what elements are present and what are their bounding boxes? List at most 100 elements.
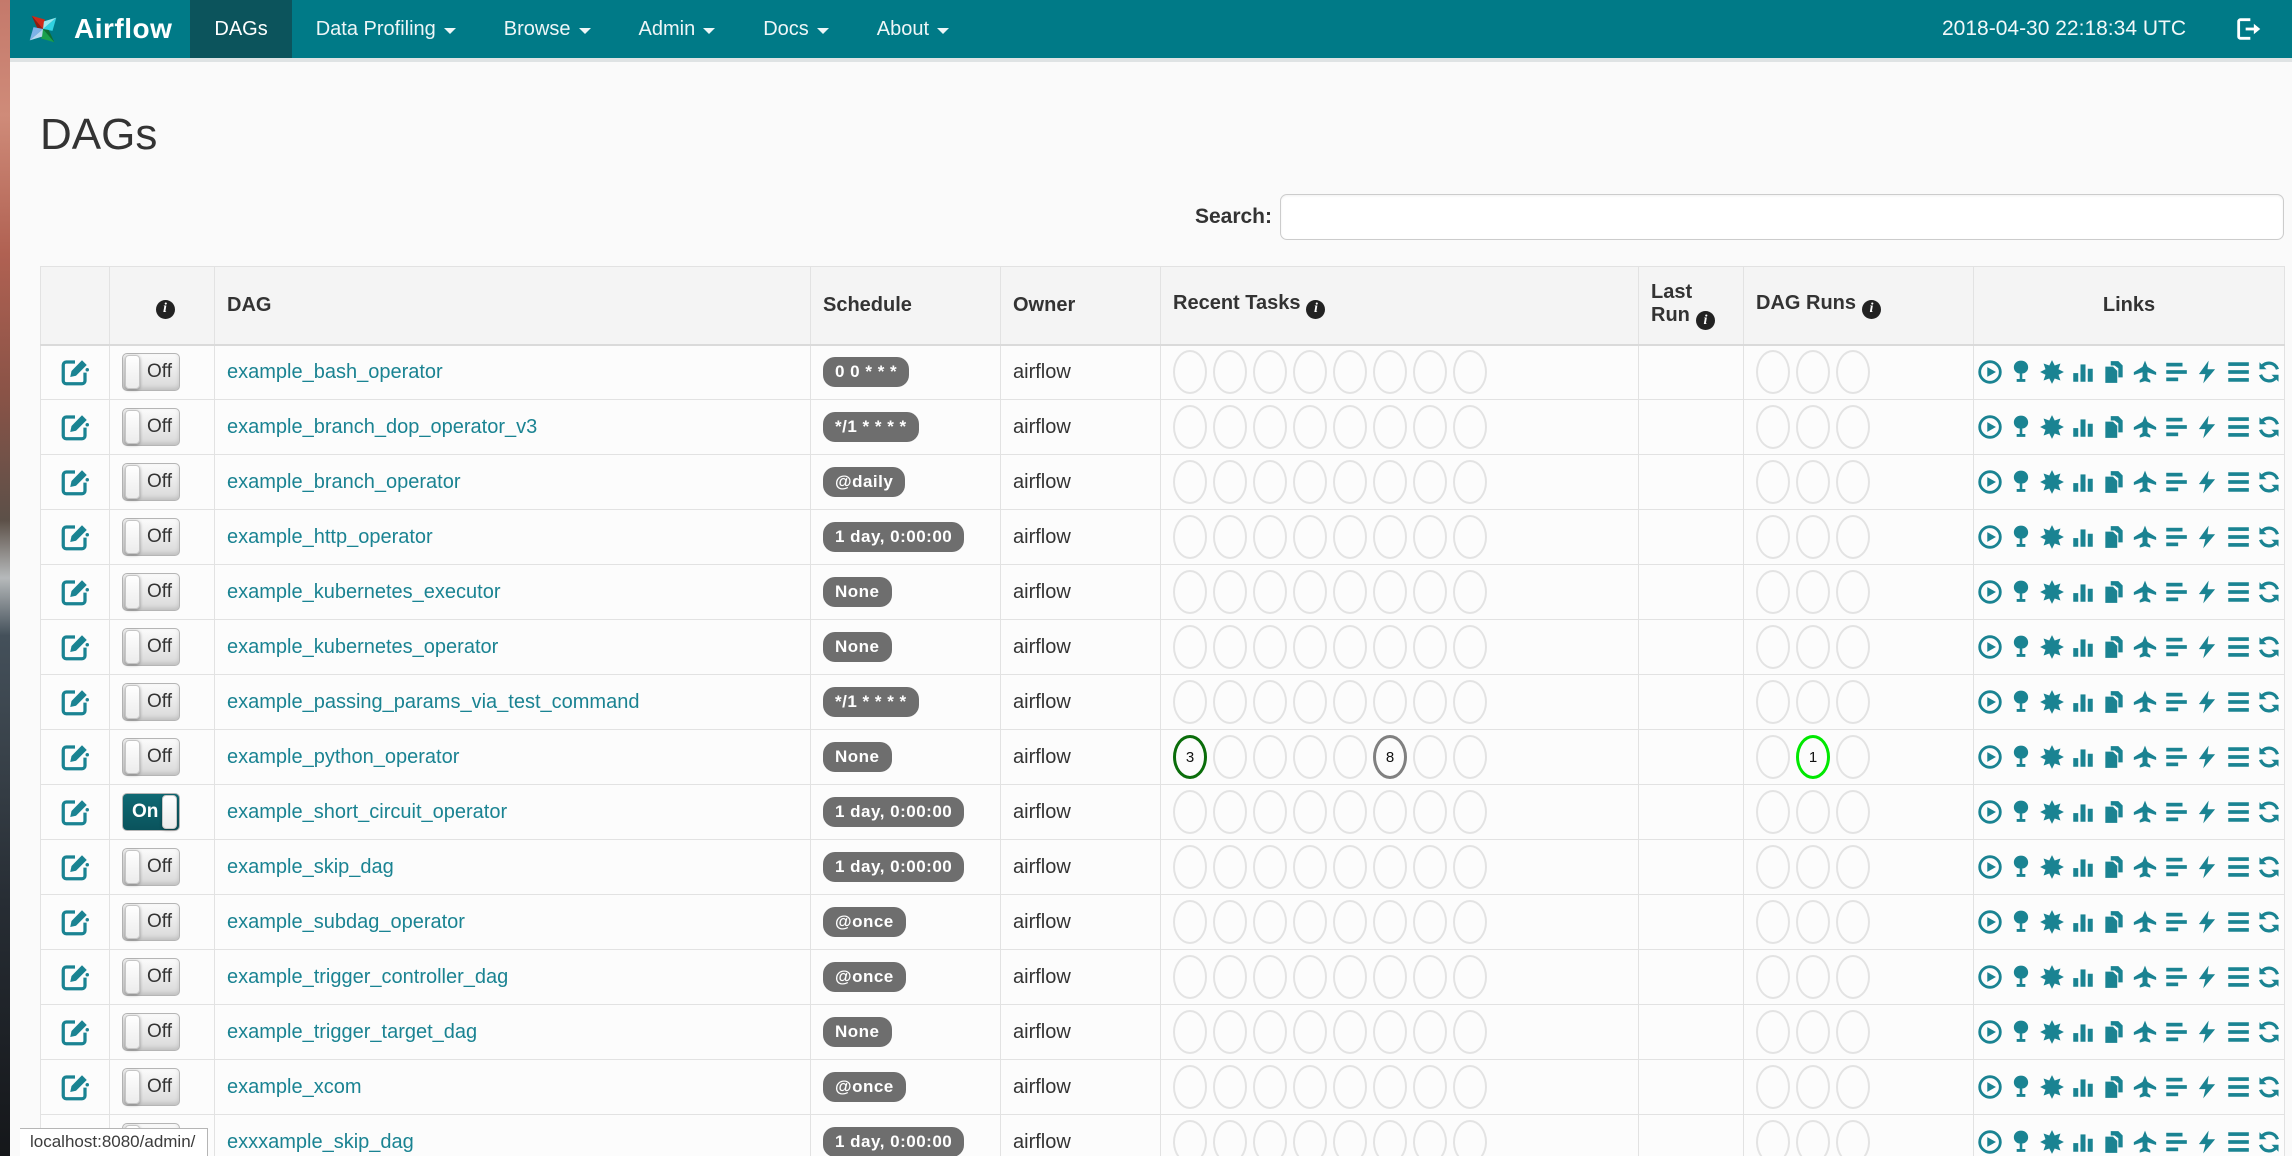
recent-task-circle[interactable] bbox=[1413, 570, 1447, 614]
refresh-icon[interactable] bbox=[2256, 1129, 2282, 1155]
code-view-icon[interactable] bbox=[2194, 469, 2220, 495]
trigger-dag-icon[interactable] bbox=[1977, 689, 2003, 715]
dag-link[interactable]: example_passing_params_via_test_command bbox=[227, 691, 639, 713]
task-duration-icon[interactable] bbox=[2070, 1019, 2096, 1045]
landing-times-icon[interactable] bbox=[2132, 799, 2158, 825]
dag-pause-toggle[interactable]: Off bbox=[122, 573, 180, 611]
logs-icon[interactable] bbox=[2225, 744, 2251, 770]
code-view-icon[interactable] bbox=[2194, 1019, 2220, 1045]
dag-run-circle[interactable] bbox=[1836, 900, 1870, 944]
recent-task-circle[interactable] bbox=[1293, 955, 1327, 999]
recent-task-circle[interactable] bbox=[1373, 955, 1407, 999]
gantt-view-icon[interactable] bbox=[2163, 964, 2189, 990]
dag-run-circle[interactable] bbox=[1836, 460, 1870, 504]
gantt-view-icon[interactable] bbox=[2163, 469, 2189, 495]
logout-icon[interactable] bbox=[2234, 15, 2262, 43]
recent-task-circle[interactable] bbox=[1293, 625, 1327, 669]
recent-task-circle[interactable] bbox=[1333, 515, 1367, 559]
task-duration-icon[interactable] bbox=[2070, 854, 2096, 880]
recent-task-circle[interactable] bbox=[1213, 680, 1247, 724]
airflow-brand[interactable]: Airflow bbox=[10, 0, 190, 58]
tree-view-icon[interactable] bbox=[2008, 744, 2034, 770]
recent-task-circle[interactable] bbox=[1293, 515, 1327, 559]
landing-times-icon[interactable] bbox=[2132, 634, 2158, 660]
code-view-icon[interactable] bbox=[2194, 579, 2220, 605]
column-header-info[interactable]: i bbox=[109, 266, 215, 346]
recent-task-circle[interactable] bbox=[1453, 1120, 1487, 1156]
code-view-icon[interactable] bbox=[2194, 524, 2220, 550]
task-duration-icon[interactable] bbox=[2070, 469, 2096, 495]
recent-task-circle[interactable] bbox=[1173, 350, 1207, 395]
dag-run-circle[interactable] bbox=[1756, 955, 1790, 999]
recent-task-circle[interactable]: 3 bbox=[1173, 735, 1207, 779]
column-header-owner[interactable]: Owner bbox=[1000, 266, 1161, 346]
recent-task-circle[interactable] bbox=[1413, 1010, 1447, 1054]
gantt-view-icon[interactable] bbox=[2163, 524, 2189, 550]
recent-task-circle[interactable] bbox=[1253, 515, 1287, 559]
search-input[interactable] bbox=[1280, 194, 2284, 240]
recent-task-circle[interactable] bbox=[1373, 790, 1407, 834]
refresh-icon[interactable] bbox=[2256, 689, 2282, 715]
nav-item-data-profiling[interactable]: Data Profiling bbox=[292, 0, 480, 58]
recent-task-circle[interactable] bbox=[1253, 955, 1287, 999]
recent-task-circle[interactable] bbox=[1373, 900, 1407, 944]
logs-icon[interactable] bbox=[2225, 909, 2251, 935]
recent-task-circle[interactable] bbox=[1453, 680, 1487, 724]
dag-run-circle[interactable] bbox=[1796, 1010, 1830, 1054]
recent-task-circle[interactable] bbox=[1373, 515, 1407, 559]
recent-task-circle[interactable] bbox=[1333, 570, 1367, 614]
dag-run-circle[interactable] bbox=[1796, 680, 1830, 724]
refresh-icon[interactable] bbox=[2256, 414, 2282, 440]
dag-run-circle[interactable] bbox=[1836, 515, 1870, 559]
dag-link[interactable]: example_skip_dag bbox=[227, 856, 394, 878]
logs-icon[interactable] bbox=[2225, 524, 2251, 550]
recent-task-circle[interactable] bbox=[1373, 1065, 1407, 1109]
recent-task-circle[interactable] bbox=[1453, 790, 1487, 834]
landing-times-icon[interactable] bbox=[2132, 1019, 2158, 1045]
graph-view-icon[interactable] bbox=[2039, 524, 2065, 550]
recent-task-circle[interactable] bbox=[1413, 735, 1447, 779]
task-tries-icon[interactable] bbox=[2101, 854, 2127, 880]
recent-task-circle[interactable] bbox=[1293, 1065, 1327, 1109]
task-duration-icon[interactable] bbox=[2070, 689, 2096, 715]
dag-run-circle[interactable] bbox=[1796, 1120, 1830, 1156]
task-duration-icon[interactable] bbox=[2070, 1074, 2096, 1100]
landing-times-icon[interactable] bbox=[2132, 1074, 2158, 1100]
info-icon[interactable]: i bbox=[155, 299, 175, 319]
dag-pause-toggle[interactable]: Off bbox=[122, 958, 180, 996]
recent-task-circle[interactable] bbox=[1453, 955, 1487, 999]
logs-icon[interactable] bbox=[2225, 579, 2251, 605]
task-duration-icon[interactable] bbox=[2070, 414, 2096, 440]
task-duration-icon[interactable] bbox=[2070, 909, 2096, 935]
dag-run-circle[interactable] bbox=[1756, 735, 1790, 779]
landing-times-icon[interactable] bbox=[2132, 414, 2158, 440]
dag-link[interactable]: example_trigger_target_dag bbox=[227, 1021, 477, 1043]
gantt-view-icon[interactable] bbox=[2163, 634, 2189, 660]
recent-task-circle[interactable] bbox=[1333, 1120, 1367, 1156]
landing-times-icon[interactable] bbox=[2132, 744, 2158, 770]
recent-task-circle[interactable] bbox=[1453, 900, 1487, 944]
graph-view-icon[interactable] bbox=[2039, 964, 2065, 990]
task-tries-icon[interactable] bbox=[2101, 1074, 2127, 1100]
recent-task-circle[interactable] bbox=[1173, 1065, 1207, 1109]
nav-item-browse[interactable]: Browse bbox=[480, 0, 615, 58]
graph-view-icon[interactable] bbox=[2039, 1074, 2065, 1100]
dag-pause-toggle[interactable]: Off bbox=[122, 903, 180, 941]
dag-pause-toggle[interactable]: Off bbox=[122, 1013, 180, 1051]
edit-dag-icon[interactable] bbox=[60, 522, 90, 552]
code-view-icon[interactable] bbox=[2194, 909, 2220, 935]
recent-task-circle[interactable] bbox=[1333, 900, 1367, 944]
recent-task-circle[interactable] bbox=[1293, 405, 1327, 449]
dag-run-circle[interactable] bbox=[1796, 900, 1830, 944]
recent-task-circle[interactable] bbox=[1453, 625, 1487, 669]
graph-view-icon[interactable] bbox=[2039, 799, 2065, 825]
recent-task-circle[interactable]: 8 bbox=[1373, 735, 1407, 779]
graph-view-icon[interactable] bbox=[2039, 579, 2065, 605]
code-view-icon[interactable] bbox=[2194, 689, 2220, 715]
trigger-dag-icon[interactable] bbox=[1977, 359, 2003, 385]
landing-times-icon[interactable] bbox=[2132, 359, 2158, 385]
dag-run-circle[interactable] bbox=[1796, 1065, 1830, 1109]
edit-dag-icon[interactable] bbox=[60, 1017, 90, 1047]
task-tries-icon[interactable] bbox=[2101, 579, 2127, 605]
task-duration-icon[interactable] bbox=[2070, 744, 2096, 770]
